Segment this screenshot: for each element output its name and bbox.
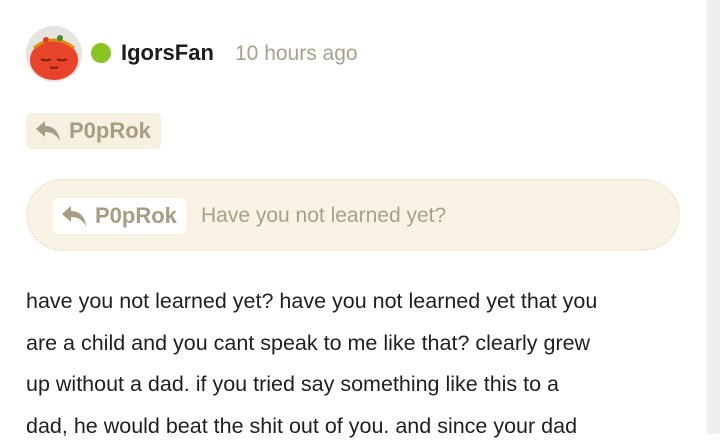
post-body-line: are a child and you cant speak to me lik… bbox=[26, 323, 686, 365]
reply-to-link[interactable]: P0pRok bbox=[26, 113, 161, 149]
quoted-message[interactable]: P0pRok Have you not learned yet? bbox=[26, 179, 680, 251]
post-body-line: have you not learned yet? have you not l… bbox=[26, 281, 686, 323]
post-author-name[interactable]: IgorsFan bbox=[121, 39, 214, 67]
quote-author-link[interactable]: P0pRok bbox=[53, 198, 186, 234]
forum-post: IgorsFan 10 hours ago P0pRok P0pRok Have… bbox=[0, 0, 707, 434]
post-timestamp[interactable]: 10 hours ago bbox=[235, 40, 358, 68]
reply-to-username: P0pRok bbox=[69, 118, 151, 144]
post-body: have you not learned yet? have you not l… bbox=[26, 281, 686, 447]
quote-text: Have you not learned yet? bbox=[201, 201, 446, 231]
post-body-line: dad, he would beat the shit out of you. … bbox=[26, 406, 686, 447]
post-body-line: up without a dad. if you tried say somet… bbox=[26, 364, 686, 406]
online-status-dot bbox=[91, 43, 111, 63]
quote-author-name: P0pRok bbox=[95, 203, 177, 229]
reply-arrow-icon bbox=[35, 120, 61, 142]
scrollbar-track[interactable] bbox=[707, 0, 720, 434]
user-avatar[interactable] bbox=[26, 26, 82, 82]
reply-arrow-icon bbox=[61, 205, 87, 227]
